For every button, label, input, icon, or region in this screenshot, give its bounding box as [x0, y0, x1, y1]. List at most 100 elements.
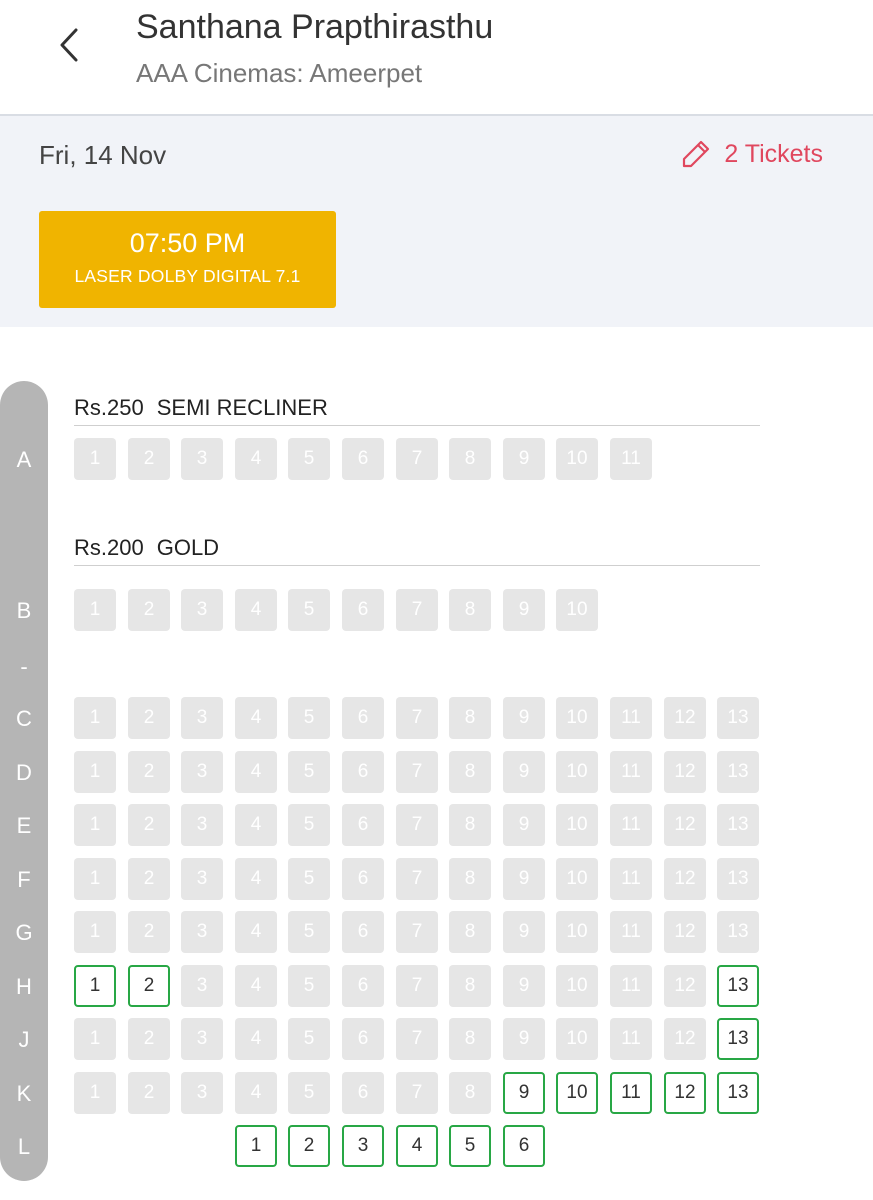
- seat-H8: 8: [449, 965, 491, 1007]
- seat-E9: 9: [503, 804, 545, 846]
- seat-L4[interactable]: 4: [396, 1125, 438, 1167]
- row-label: C: [16, 706, 32, 731]
- tickets-count: 2 Tickets: [724, 139, 823, 168]
- seat-A8: 8: [449, 438, 491, 480]
- seat-H2[interactable]: 2: [128, 965, 170, 1007]
- seat-F8: 8: [449, 858, 491, 900]
- seat-C8: 8: [449, 697, 491, 739]
- seat-C1: 1: [74, 697, 116, 739]
- seat-H1[interactable]: 1: [74, 965, 116, 1007]
- seat-K3: 3: [181, 1072, 223, 1114]
- seat-K8: 8: [449, 1072, 491, 1114]
- seat-D3: 3: [181, 751, 223, 793]
- cinema-name: AAA Cinemas: Ameerpet: [136, 58, 423, 88]
- row-label: E: [16, 813, 32, 838]
- seat-D10: 10: [556, 751, 598, 793]
- seat-E4: 4: [235, 804, 277, 846]
- seat-E7: 7: [396, 804, 438, 846]
- showtime-panel: Fri, 14 Nov 2 Tickets 07:50 PM LASER DOL…: [0, 116, 873, 327]
- seat-E1: 1: [74, 804, 116, 846]
- seat-G12: 12: [664, 911, 706, 953]
- seat-B10: 10: [556, 589, 598, 631]
- seat-H13[interactable]: 13: [717, 965, 759, 1007]
- seat-C2: 2: [128, 697, 170, 739]
- edit-tickets-button[interactable]: 2 Tickets: [680, 138, 823, 170]
- seat-F1: 1: [74, 858, 116, 900]
- seat-J9: 9: [503, 1018, 545, 1060]
- seat-J1: 1: [74, 1018, 116, 1060]
- seat-E13: 13: [717, 804, 759, 846]
- seat-C12: 12: [664, 697, 706, 739]
- movie-title: Santhana Prapthirasthu: [136, 8, 494, 46]
- seat-D9: 9: [503, 751, 545, 793]
- seat-H9: 9: [503, 965, 545, 1007]
- seat-B9: 9: [503, 589, 545, 631]
- seat-K2: 2: [128, 1072, 170, 1114]
- seat-H11: 11: [610, 965, 652, 1007]
- seat-G3: 3: [181, 911, 223, 953]
- seat-A1: 1: [74, 438, 116, 480]
- row-label: F: [17, 867, 31, 892]
- seat-G1: 1: [74, 911, 116, 953]
- seat-K10[interactable]: 10: [556, 1072, 598, 1114]
- seat-F2: 2: [128, 858, 170, 900]
- showtime-button[interactable]: 07:50 PM LASER DOLBY DIGITAL 7.1: [39, 211, 336, 308]
- row-label: D: [16, 760, 32, 785]
- seat-G9: 9: [503, 911, 545, 953]
- seat-G4: 4: [235, 911, 277, 953]
- seat-C3: 3: [181, 697, 223, 739]
- seat-D1: 1: [74, 751, 116, 793]
- show-date: Fri, 14 Nov: [39, 140, 167, 170]
- seat-L6[interactable]: 6: [503, 1125, 545, 1167]
- seat-E11: 11: [610, 804, 652, 846]
- seat-K6: 6: [342, 1072, 384, 1114]
- pencil-icon: [683, 140, 710, 168]
- seat-A11: 11: [610, 438, 652, 480]
- seat-G5: 5: [288, 911, 330, 953]
- seat-K9[interactable]: 9: [503, 1072, 545, 1114]
- seat-E8: 8: [449, 804, 491, 846]
- seat-G6: 6: [342, 911, 384, 953]
- seat-A5: 5: [288, 438, 330, 480]
- seat-B3: 3: [181, 589, 223, 631]
- seat-C11: 11: [610, 697, 652, 739]
- seat-H5: 5: [288, 965, 330, 1007]
- seat-J4: 4: [235, 1018, 277, 1060]
- showtime-format: LASER DOLBY DIGITAL 7.1: [74, 266, 301, 286]
- section-name: GOLD: [156, 535, 220, 560]
- seat-D5: 5: [288, 751, 330, 793]
- row-label: -: [20, 654, 28, 679]
- seat-G7: 7: [396, 911, 438, 953]
- seat-K13[interactable]: 13: [717, 1072, 759, 1114]
- seat-K12[interactable]: 12: [664, 1072, 706, 1114]
- seat-J10: 10: [556, 1018, 598, 1060]
- seat-E12: 12: [664, 804, 706, 846]
- seat-D13: 13: [717, 751, 759, 793]
- seat-H12: 12: [664, 965, 706, 1007]
- seat-D7: 7: [396, 751, 438, 793]
- seat-B2: 2: [128, 589, 170, 631]
- seat-A2: 2: [128, 438, 170, 480]
- seat-H6: 6: [342, 965, 384, 1007]
- seat-F10: 10: [556, 858, 598, 900]
- seat-H10: 10: [556, 965, 598, 1007]
- seat-D4: 4: [235, 751, 277, 793]
- seat-K5: 5: [288, 1072, 330, 1114]
- seat-A6: 6: [342, 438, 384, 480]
- section-price: Rs.200: [74, 535, 144, 560]
- seat-J8: 8: [449, 1018, 491, 1060]
- seat-L1[interactable]: 1: [235, 1125, 277, 1167]
- section-header-semi-recliner: Rs.250 SEMI RECLINER: [74, 395, 760, 426]
- seat-L3[interactable]: 3: [342, 1125, 384, 1167]
- seat-C13: 13: [717, 697, 759, 739]
- seat-K11[interactable]: 11: [610, 1072, 652, 1114]
- seat-G11: 11: [610, 911, 652, 953]
- row-label: K: [16, 1081, 32, 1106]
- seat-L2[interactable]: 2: [288, 1125, 330, 1167]
- seat-G8: 8: [449, 911, 491, 953]
- back-arrow-icon[interactable]: [50, 22, 90, 68]
- seat-J13[interactable]: 13: [717, 1018, 759, 1060]
- seat-B8: 8: [449, 589, 491, 631]
- seat-L5[interactable]: 5: [449, 1125, 491, 1167]
- seat-F7: 7: [396, 858, 438, 900]
